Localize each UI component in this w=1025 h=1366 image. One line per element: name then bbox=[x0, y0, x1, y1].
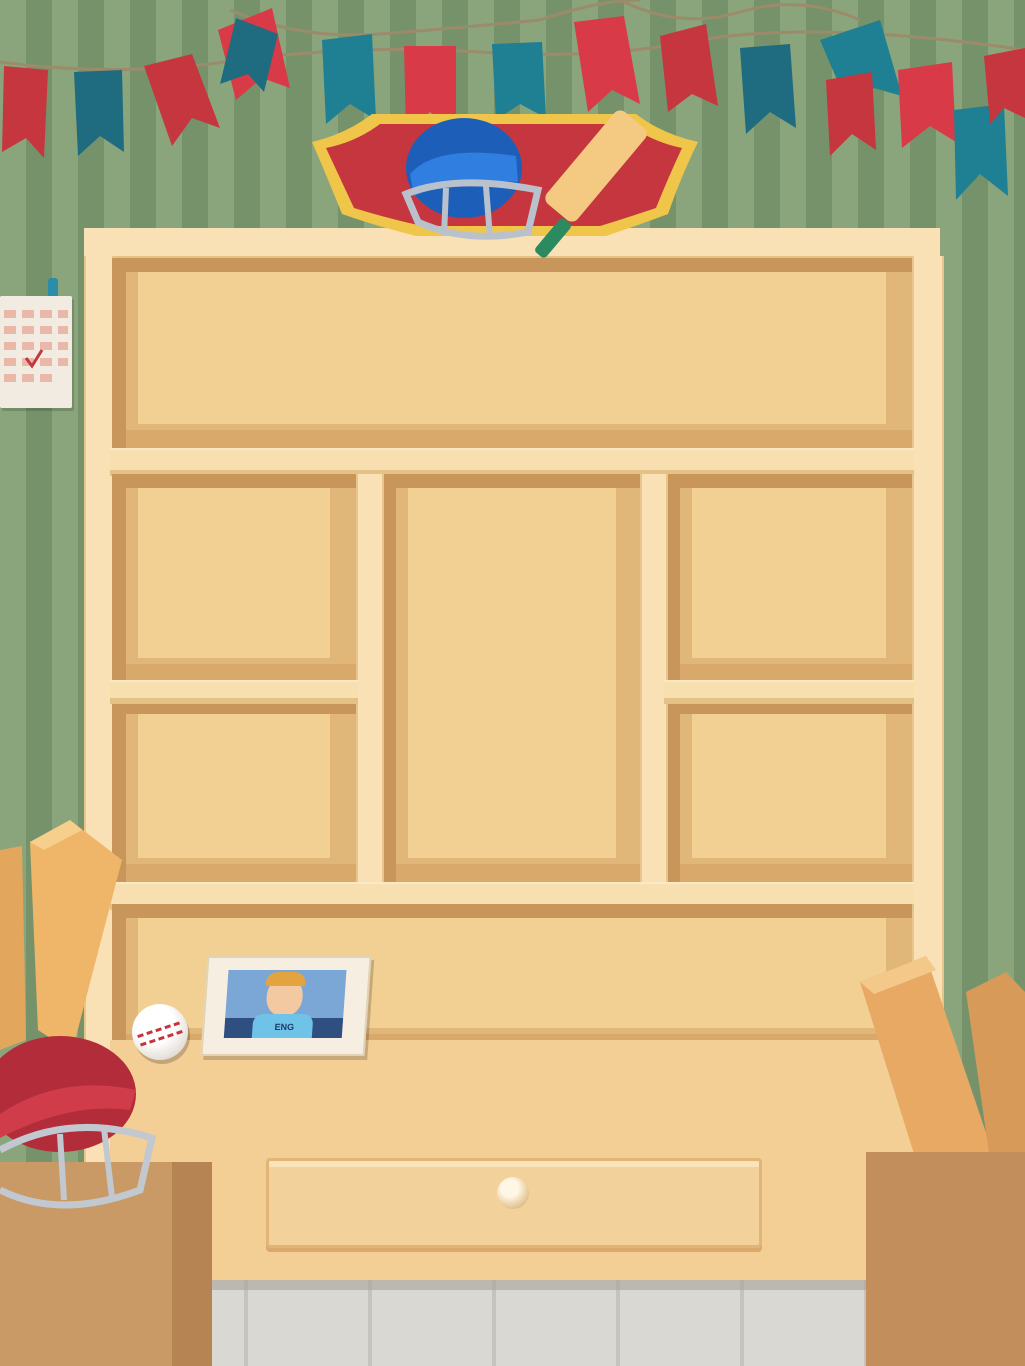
cricket-helmet-icon bbox=[0, 1036, 157, 1209]
divider-post-left bbox=[356, 474, 384, 884]
shelf-board bbox=[664, 680, 914, 704]
drawer-knob[interactable] bbox=[497, 1177, 529, 1209]
shelf-slot-center-tall[interactable] bbox=[382, 474, 642, 882]
wall-calendar bbox=[0, 296, 72, 408]
jersey-text: ENG bbox=[274, 1022, 295, 1032]
wooden-crate bbox=[866, 1152, 1025, 1366]
player-photo-card[interactable]: ENG bbox=[200, 956, 372, 1056]
cricket-badge bbox=[312, 110, 698, 258]
shelf-slot-left-upper[interactable] bbox=[112, 474, 356, 682]
shelf-board bbox=[110, 448, 914, 476]
shelf-slot-right-lower[interactable] bbox=[666, 700, 912, 882]
shelf-slot-left-lower[interactable] bbox=[112, 700, 356, 882]
shelf-board bbox=[110, 680, 358, 704]
player-portrait: ENG bbox=[223, 970, 347, 1038]
shelf-slot-top[interactable] bbox=[112, 258, 912, 448]
cricket-bat-icon bbox=[0, 820, 122, 1052]
divider-post-right bbox=[640, 474, 668, 884]
shelf-slot-right-upper[interactable] bbox=[666, 474, 912, 682]
